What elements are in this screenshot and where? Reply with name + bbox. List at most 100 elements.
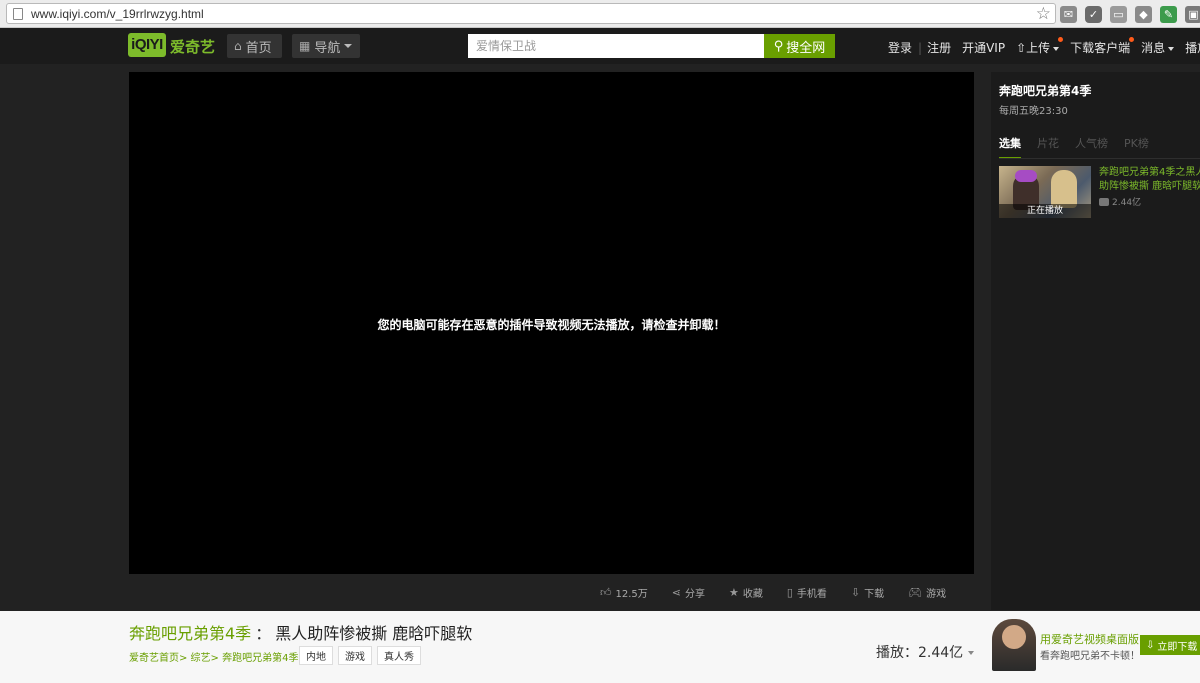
panel-tabs: 选集 片花 人气榜 PK榜 bbox=[999, 135, 1165, 159]
phone-icon: ▯ bbox=[786, 585, 793, 599]
tag-region[interactable]: 内地 bbox=[299, 646, 333, 665]
promo-avatar bbox=[992, 619, 1036, 671]
gamepad-icon: 🎮︎ bbox=[908, 585, 923, 599]
play-count-icon bbox=[1099, 197, 1109, 206]
site-header: iQIYI 爱奇艺 ⌂ 首页 ▦ 导航 爱情保卫战 ⚲ 搜全网 登录 | 注册 … bbox=[0, 28, 1200, 64]
tag-genre[interactable]: 游戏 bbox=[338, 646, 372, 665]
show-title[interactable]: 奔跑吧兄弟第4季 bbox=[999, 82, 1091, 99]
divider: | bbox=[918, 40, 923, 55]
messages-link[interactable]: 消息 bbox=[1141, 39, 1175, 56]
play-count-text: 播放：2.44亿 bbox=[876, 645, 964, 661]
address-url: www.iqiyi.com/v_19rrlrwzyg.html bbox=[31, 7, 204, 21]
title-colon: ： bbox=[255, 624, 272, 643]
tab-pk[interactable]: PK榜 bbox=[1124, 135, 1149, 159]
thumbnail-person bbox=[1051, 170, 1077, 208]
download-now-label: 立即下载 bbox=[1157, 641, 1198, 653]
cast-icon[interactable]: ▣ bbox=[1185, 5, 1200, 23]
home-button[interactable]: ⌂ 首页 bbox=[227, 34, 282, 58]
now-playing-label: 正在播放 bbox=[999, 204, 1091, 218]
iqiyi-logo[interactable]: iQIYI bbox=[128, 33, 166, 57]
download-icon: ⇩ bbox=[1146, 639, 1155, 651]
search-button[interactable]: ⚲ 搜全网 bbox=[764, 34, 835, 58]
tag-list: 内地 游戏 真人秀 bbox=[299, 646, 421, 665]
video-info-bar: 奔跑吧兄弟第4季：黑人助阵惨被撕 鹿晗吓腿软 爱奇艺首页> 综艺> 奔跑吧兄弟第… bbox=[0, 611, 1200, 683]
page-icon bbox=[13, 8, 23, 20]
download-button[interactable]: ⇩ 下载 bbox=[851, 585, 884, 600]
search-icon: ⚲ bbox=[773, 38, 784, 54]
favorite-label: 收藏 bbox=[742, 588, 763, 600]
divider bbox=[999, 158, 1200, 159]
download-now-button[interactable]: ⇩ 立即下载 bbox=[1140, 635, 1200, 655]
tab-popular[interactable]: 人气榜 bbox=[1075, 135, 1108, 159]
video-title: 奔跑吧兄弟第4季：黑人助阵惨被撕 鹿晗吓腿软 bbox=[129, 620, 472, 644]
episode-views: 2.44亿 bbox=[1099, 195, 1141, 208]
favorite-button[interactable]: ★ 收藏 bbox=[729, 585, 763, 600]
thumbs-up-icon: 👍︎ bbox=[600, 585, 612, 599]
client-label: 下载客户端 bbox=[1070, 41, 1131, 55]
upload-icon: ⇧ bbox=[1016, 41, 1027, 55]
browser-toolbar: www.iqiyi.com/v_19rrlrwzyg.html ☆ ✉ ✓ ▭ … bbox=[0, 0, 1200, 28]
star-icon: ★ bbox=[728, 585, 739, 599]
download-icon: ⇩ bbox=[850, 585, 861, 599]
game-label: 游戏 bbox=[926, 588, 947, 600]
play-count[interactable]: 播放：2.44亿 bbox=[876, 642, 975, 662]
history-link[interactable]: 播放记录 bbox=[1185, 39, 1200, 56]
player-toolbar: 👍︎ 12.5万 ⋖ 分享 ★ 收藏 ▯ 手机看 ⇩ 下载 🎮︎ 游戏 bbox=[600, 583, 946, 601]
guide-menu-button[interactable]: ▦ 导航 bbox=[292, 34, 360, 58]
vip-link[interactable]: 开通VIP bbox=[962, 39, 1005, 56]
chevron-down-icon bbox=[1168, 46, 1175, 51]
mobile-watch-button[interactable]: ▯ 手机看 bbox=[787, 585, 827, 600]
like-button[interactable]: 👍︎ 12.5万 bbox=[600, 585, 648, 600]
register-link[interactable]: 注册 bbox=[927, 39, 951, 56]
video-player[interactable]: 您的电脑可能存在恶意的插件导致视频无法播放，请检查并卸载！ bbox=[129, 72, 974, 574]
share-label: 分享 bbox=[684, 588, 705, 600]
login-link[interactable]: 登录 bbox=[888, 39, 912, 56]
evernote-icon[interactable]: ✎ bbox=[1160, 5, 1177, 23]
top-links: 登录 | 注册 开通VIP ⇧上传 下载客户端 消息 播放记录 bbox=[888, 37, 1200, 56]
mail-icon[interactable]: ✉ bbox=[1060, 5, 1077, 23]
episode-view-count: 2.44亿 bbox=[1112, 198, 1142, 208]
tag-type[interactable]: 真人秀 bbox=[377, 646, 421, 665]
tab-clips[interactable]: 片花 bbox=[1037, 135, 1059, 159]
episode-panel: 奔跑吧兄弟第4季 每周五晚23:30 选集 片花 人气榜 PK榜 正在播放 奔跑… bbox=[991, 72, 1200, 610]
extension-icons: ✉ ✓ ▭ ◆ ✎ ▣ bbox=[1060, 4, 1200, 24]
bookmark-star-icon[interactable]: ☆ bbox=[1036, 4, 1051, 24]
episode-thumbnail[interactable]: 正在播放 bbox=[999, 166, 1091, 218]
messages-label: 消息 bbox=[1141, 41, 1166, 55]
promo-title: 用爱奇艺视频桌面版 bbox=[1040, 633, 1139, 646]
notification-dot bbox=[1129, 37, 1135, 42]
show-schedule: 每周五晚23:30 bbox=[999, 106, 1068, 117]
episode-title-link[interactable]: 奔跑吧兄弟第4季之黑人 助阵惨被撕 鹿晗吓腿软 bbox=[1099, 166, 1200, 194]
shield-icon[interactable]: ◆ bbox=[1135, 5, 1152, 23]
breadcrumb[interactable]: 爱奇艺首页> 综艺> 奔跑吧兄弟第4季 bbox=[129, 649, 298, 664]
episode-title: 黑人助阵惨被撕 鹿晗吓腿软 bbox=[275, 624, 473, 643]
chevron-down-icon bbox=[968, 651, 975, 655]
logo-text[interactable]: 爱奇艺 bbox=[170, 36, 215, 57]
pocket-icon[interactable]: ✓ bbox=[1085, 5, 1102, 23]
grid-icon: ▦ bbox=[299, 39, 311, 53]
client-download-link[interactable]: 下载客户端 bbox=[1070, 37, 1135, 56]
series-link[interactable]: 奔跑吧兄弟第4季 bbox=[129, 624, 251, 643]
download-label: 下载 bbox=[864, 588, 885, 600]
episode-title-line: 奔跑吧兄弟第4季之黑人 bbox=[1099, 167, 1200, 178]
notification-dot bbox=[1058, 37, 1064, 42]
chevron-down-icon bbox=[1053, 46, 1060, 51]
episode-title-line: 助阵惨被撕 鹿晗吓腿软 bbox=[1099, 181, 1200, 192]
game-button[interactable]: 🎮︎ 游戏 bbox=[908, 585, 946, 600]
upload-link[interactable]: ⇧上传 bbox=[1016, 37, 1064, 56]
home-label: 首页 bbox=[245, 40, 272, 56]
guide-label: 导航 bbox=[314, 40, 341, 56]
share-icon: ⋖ bbox=[671, 585, 681, 599]
mobile-label: 手机看 bbox=[796, 588, 827, 600]
window-icon[interactable]: ▭ bbox=[1110, 5, 1127, 23]
search-input[interactable]: 爱情保卫战 bbox=[468, 34, 764, 58]
share-button[interactable]: ⋖ 分享 bbox=[672, 585, 705, 600]
promo-subtitle: 看奔跑吧兄弟不卡顿！ bbox=[1040, 651, 1140, 662]
like-count: 12.5万 bbox=[615, 588, 648, 600]
tab-episodes[interactable]: 选集 bbox=[999, 135, 1021, 159]
chevron-down-icon bbox=[344, 44, 353, 48]
upload-label: 上传 bbox=[1026, 41, 1051, 55]
address-bar[interactable]: www.iqiyi.com/v_19rrlrwzyg.html ☆ bbox=[6, 3, 1056, 24]
home-icon: ⌂ bbox=[234, 39, 242, 53]
search-button-label: 搜全网 bbox=[786, 40, 826, 56]
